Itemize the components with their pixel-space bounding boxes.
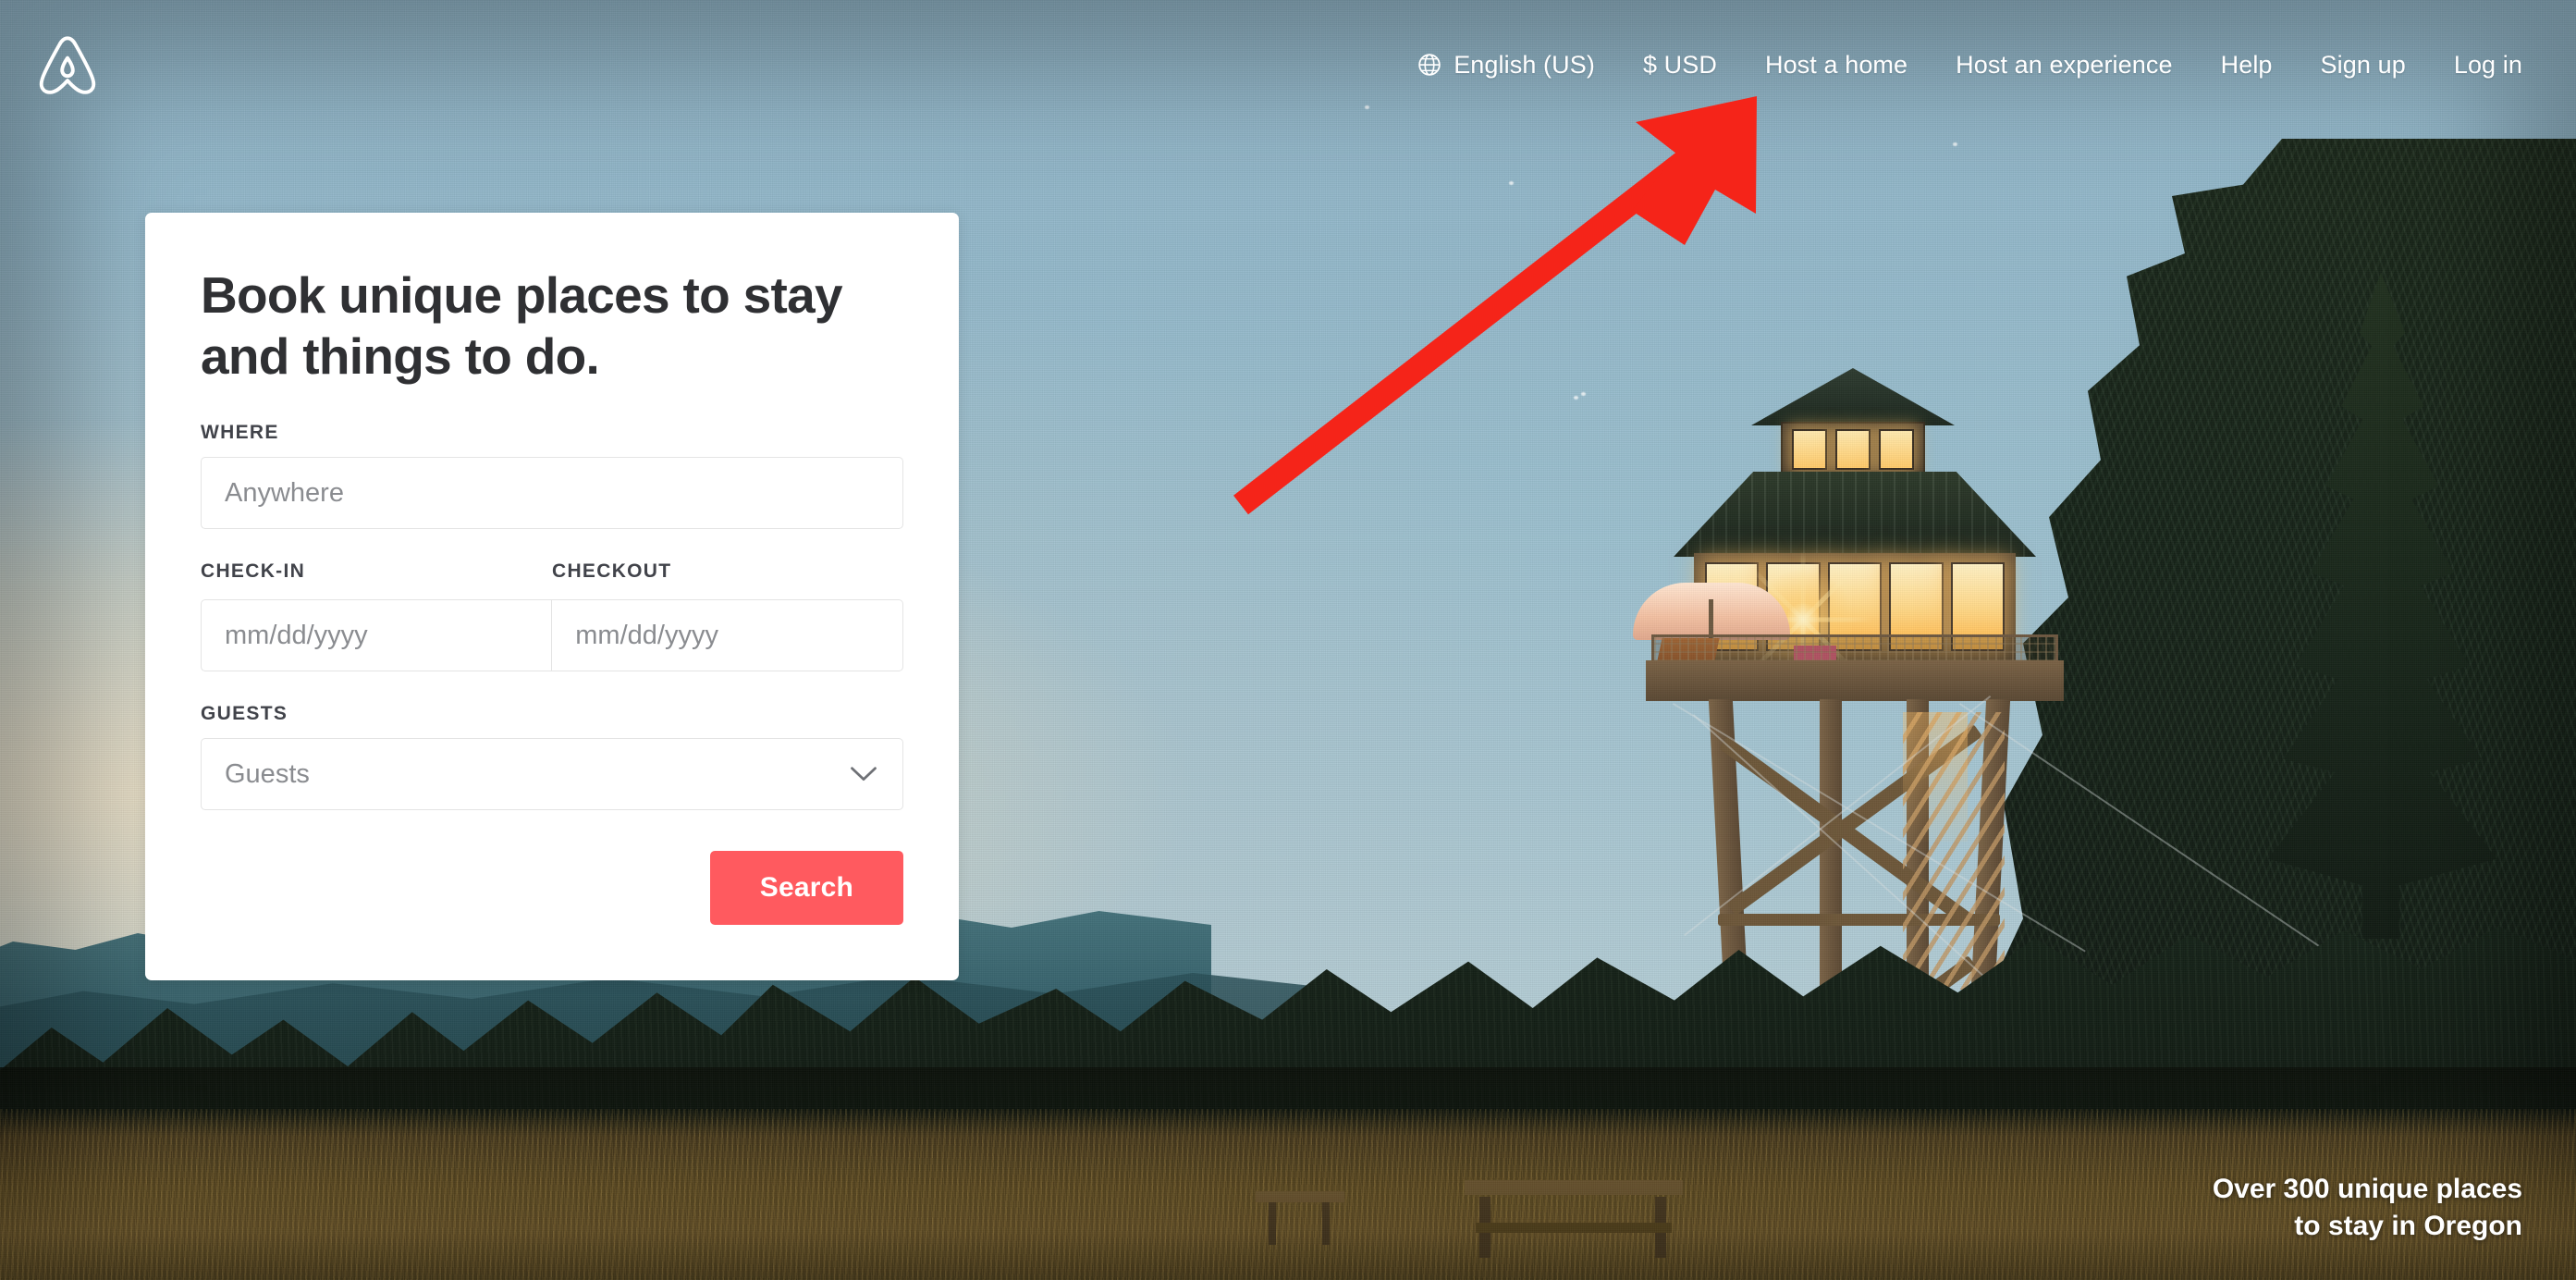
caption-line-2: to stay in Oregon — [2294, 1211, 2522, 1242]
nav-item-help[interactable]: Help — [2197, 42, 2297, 89]
star — [1953, 142, 1957, 146]
dates-field-group: CHECK-IN CHECKOUT — [201, 560, 903, 599]
guests-field-group: GUESTS — [201, 703, 903, 810]
checkin-input[interactable] — [201, 599, 553, 671]
card-actions: Search — [201, 851, 903, 925]
deck-platform — [1646, 660, 2064, 701]
nav-item-currency[interactable]: $ USD — [1619, 42, 1741, 89]
picnic-bench — [1476, 1223, 1672, 1233]
cupola-roof — [1751, 368, 1955, 425]
nav-item-host-an-experience[interactable]: Host an experience — [1932, 42, 2196, 89]
page-root: English (US) $ USD Host a home Host an e… — [0, 0, 2576, 1280]
caption-line-1: Over 300 unique places — [2212, 1174, 2522, 1205]
nav-item-signup[interactable]: Sign up — [2297, 42, 2430, 89]
globe-icon — [1418, 54, 1441, 76]
logo-link[interactable] — [39, 34, 96, 95]
nav-label-language: English (US) — [1454, 50, 1595, 79]
picnic-table-far — [1269, 1199, 1276, 1245]
page-title: Book unique places to stay and things to… — [201, 266, 843, 385]
primary-nav: English (US) $ USD Host a home Host an e… — [1393, 42, 2522, 89]
checkout-label: CHECKOUT — [552, 560, 672, 582]
checkout-input[interactable] — [552, 599, 903, 671]
airbnb-belo-logo — [39, 36, 96, 94]
search-button[interactable]: Search — [709, 851, 903, 925]
date-inputs-row — [201, 599, 903, 671]
picnic-table-top — [1465, 1180, 1683, 1195]
site-header: English (US) $ USD Host a home Host an e… — [0, 0, 2576, 129]
search-card: Book unique places to stay and things to… — [145, 213, 959, 980]
picnic-table-far — [1322, 1199, 1330, 1245]
picnic-table-top — [1256, 1191, 1344, 1202]
cupola-window — [1792, 429, 1827, 470]
star — [1581, 392, 1586, 396]
where-label: WHERE — [201, 422, 279, 443]
guests-select[interactable] — [201, 738, 903, 810]
where-field-group: WHERE — [201, 422, 903, 529]
nav-item-host-a-home[interactable]: Host a home — [1741, 42, 1932, 89]
checkout-col: CHECKOUT — [552, 560, 903, 599]
nav-item-language[interactable]: English (US) — [1393, 42, 1619, 89]
where-input[interactable] — [201, 457, 903, 529]
main-roof — [1674, 472, 2036, 557]
guests-label: GUESTS — [201, 703, 288, 724]
checkin-col: CHECK-IN — [201, 560, 552, 599]
star — [1574, 396, 1578, 400]
stair-glow — [1903, 712, 1968, 842]
photo-caption: Over 300 unique places to stay in Oregon — [2213, 1171, 2522, 1245]
cupola-window — [1879, 429, 1914, 470]
checkin-label: CHECK-IN — [201, 560, 306, 582]
guests-select-wrap — [201, 738, 903, 810]
nav-item-login[interactable]: Log in — [2430, 42, 2522, 89]
star — [1509, 181, 1514, 185]
cupola-window — [1835, 429, 1871, 470]
